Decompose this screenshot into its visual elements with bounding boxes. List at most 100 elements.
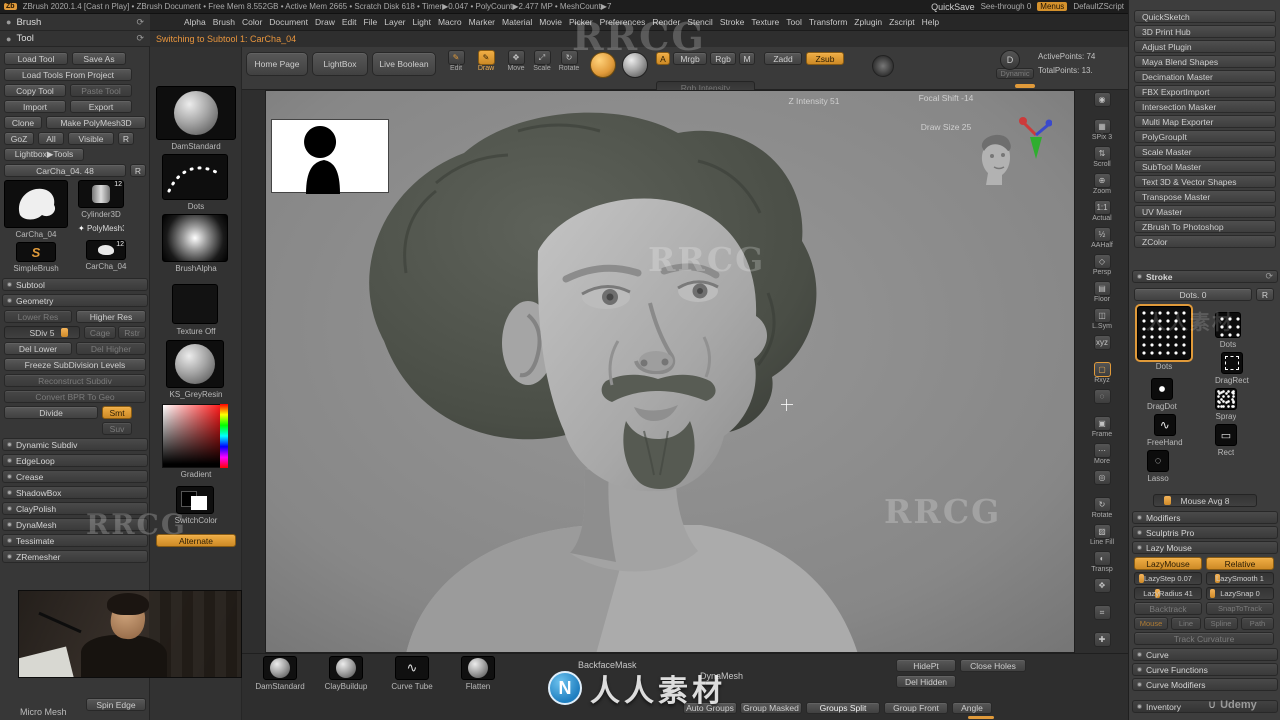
menu-help[interactable]: Help [922,17,939,27]
zadd-button[interactable]: Zadd [764,52,802,65]
menu-picker[interactable]: Picker [569,17,593,27]
plugin-zcolor[interactable]: ZColor [1134,235,1276,248]
modifiers-section-bar[interactable]: Modifiers [1132,511,1278,524]
rgb-button[interactable]: Rgb [710,52,736,65]
menu-marker[interactable]: Marker [469,17,495,27]
plugin-text-3d-vector-shapes[interactable]: Text 3D & Vector Shapes [1134,175,1276,188]
plugin-adjust-plugin[interactable]: Adjust Plugin [1134,40,1276,53]
plugin-polygroupit[interactable]: PolyGroupIt [1134,130,1276,143]
brush-preview-button[interactable] [590,52,616,78]
tool-palette-header[interactable]: ● Tool ⟳ [0,31,150,47]
stroke-type-lasso[interactable]: ◌ Lasso [1147,450,1169,483]
strip-ghost[interactable]: ◌ [1080,389,1124,416]
divide-button[interactable]: Divide [4,406,98,419]
quicksave-button[interactable]: QuickSave [931,2,975,12]
refresh-icon[interactable]: ⟳ [136,33,144,44]
menu-stencil[interactable]: Stencil [687,17,713,27]
mouse-mode-button[interactable]: Mouse [1134,617,1168,630]
plugin-multi-map-exporter[interactable]: Multi Map Exporter [1134,115,1276,128]
tool-thumb-carcha04-2[interactable]: 12 [86,240,126,260]
export-button[interactable]: Export [70,100,132,113]
section-zremesher[interactable]: ZRemesher [2,550,148,563]
d-icon[interactable]: D [1000,50,1020,70]
load-tool-button[interactable]: Load Tool [4,52,68,65]
menu-brush[interactable]: Brush [213,17,235,27]
hue-strip[interactable] [220,404,228,468]
bottom-brush-flatten[interactable]: Flatten [448,656,508,691]
subtool-section-bar[interactable]: Subtool [2,278,148,291]
current-alpha-thumb[interactable] [162,214,228,262]
plugin-scale-master[interactable]: Scale Master [1134,145,1276,158]
plugin-zbrush-to-photoshop[interactable]: ZBrush To Photoshop [1134,220,1276,233]
strip-persp[interactable]: ◇ Persp [1080,254,1124,281]
lazysmooth-slider[interactable]: LazySmooth 1 [1206,572,1274,585]
strip-line-fill[interactable]: ▨ Line Fill [1080,524,1124,551]
section-dynamic-subdiv[interactable]: Dynamic Subdiv [2,438,148,451]
strip-move[interactable]: ✥ [1080,578,1124,605]
save-as-button[interactable]: Save As [72,52,126,65]
lightbox-button[interactable]: LightBox [312,52,368,76]
material-quick-button[interactable] [622,52,648,78]
menu-light[interactable]: Light [413,17,431,27]
hidept-button[interactable]: HidePt [896,659,956,672]
snaptotrack-toggle[interactable]: SnapToTrack [1206,602,1274,615]
strip-frame[interactable]: ▣ Frame [1080,416,1124,443]
strip-solo[interactable]: ◎ [1080,470,1124,497]
load-tools-from-project-button[interactable]: Load Tools From Project [4,68,132,81]
plugin-intersection-masker[interactable]: Intersection Masker [1134,100,1276,113]
stroke-type-rect[interactable]: ▭ Rect [1215,424,1237,457]
dynamic-toggle[interactable]: Dynamic [996,68,1034,79]
lazystep-slider[interactable]: LazyStep 0.07 [1134,572,1202,585]
color-a-icon[interactable]: A [656,52,670,65]
menu-macro[interactable]: Macro [438,17,462,27]
switchcolor-thumb[interactable] [176,486,214,514]
axis-gizmo[interactable] [1018,113,1053,163]
section-shadowbox[interactable]: ShadowBox [2,486,148,499]
current-texture-thumb[interactable] [172,284,218,324]
strip-aahalf[interactable]: ½ AAHalf [1080,227,1124,254]
stroke-section-bar[interactable]: Stroke ⟳ [1132,270,1278,283]
menu-stroke[interactable]: Stroke [720,17,745,27]
strip-spix-3[interactable]: ▦ SPix 3 [1080,119,1124,146]
menu-zplugin[interactable]: Zplugin [854,17,882,27]
goz-visible-button[interactable]: Visible [68,132,114,145]
strip-floor[interactable]: ▤ Floor [1080,281,1124,308]
plugin-uv-master[interactable]: UV Master [1134,205,1276,218]
rotate-button[interactable]: ↻ Rotate [556,50,582,80]
plugin-decimation-master[interactable]: Decimation Master [1134,70,1276,83]
menu-preferences[interactable]: Preferences [600,17,646,27]
edit-button[interactable]: ✎ Edit [444,50,468,80]
strip-sphere[interactable]: ◉ [1080,92,1124,119]
sdiv-slider[interactable]: SDiv 5 [4,326,80,339]
menu-color[interactable]: Color [242,17,262,27]
curve-functions-section-bar[interactable]: Curve Functions [1132,663,1278,676]
tool-thumb-carcha04[interactable] [4,180,68,228]
dynamesh-label[interactable]: DynaMesh [700,671,743,681]
stroke-type-freehand[interactable]: ∿ FreeHand [1147,414,1183,447]
menu-file[interactable]: File [364,17,378,27]
stroke-type-spray[interactable]: Spray [1215,388,1237,421]
reconstruct-subdiv-button[interactable]: Reconstruct Subdiv [4,374,146,387]
slider-handle[interactable] [1210,589,1215,598]
section-edgeloop[interactable]: EdgeLoop [2,454,148,467]
menu-tool[interactable]: Tool [786,17,802,27]
tool-thumb-simplebrush[interactable]: S [16,242,56,262]
color-picker[interactable] [162,404,228,468]
group-angle[interactable]: Angle [952,702,992,714]
geometry-section-bar[interactable]: Geometry [2,294,148,307]
plugin-quicksketch[interactable]: QuickSketch [1134,10,1276,23]
suv-toggle[interactable]: Suv [102,422,132,435]
tool-thumb-polymesh3d[interactable]: ✦ PolyMesh3D [78,224,124,233]
stroke-type-dots[interactable]: Dots [1135,304,1193,371]
current-material-thumb[interactable] [166,340,224,388]
bottom-brush-damstandard[interactable]: DamStandard [250,656,310,691]
menu-texture[interactable]: Texture [751,17,779,27]
track-curvature-button[interactable]: Track Curvature [1134,632,1274,645]
section-crease[interactable]: Crease [2,470,148,483]
strip-l-sym[interactable]: ◫ L.Sym [1080,308,1124,335]
menu-movie[interactable]: Movie [539,17,562,27]
current-tool-button[interactable]: CarCha_04. 48 [4,164,126,177]
bottom-brush-claybuildup[interactable]: ClayBuildup [316,656,376,691]
relative-toggle[interactable]: Relative [1206,557,1274,570]
strip-grid[interactable]: ⌗ [1080,605,1124,632]
